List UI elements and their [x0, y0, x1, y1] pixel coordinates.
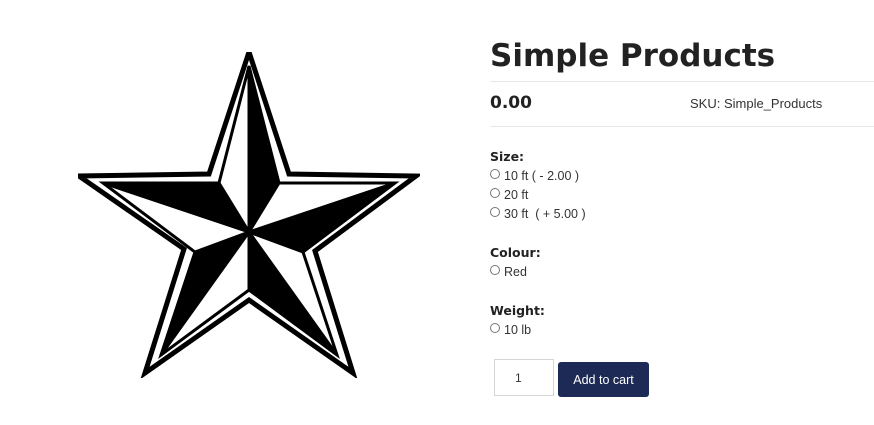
size-attribute: Size: 10 ft ( - 2.00 ) 20 ft 30 ft ( + 5… [490, 148, 586, 223]
colour-radio-red[interactable] [490, 264, 500, 275]
size-label: Size: [490, 149, 525, 164]
product-price: 0.00 [490, 93, 532, 113]
size-option-label: 10 ft ( - 2.00 ) [504, 168, 580, 183]
colour-option-red[interactable]: Red [490, 262, 541, 281]
add-to-cart-form: Add to cart [494, 359, 649, 397]
size-option-20ft[interactable]: 20 ft [490, 185, 586, 204]
size-option-label: 20 ft [504, 187, 529, 202]
product-summary: Simple Products 0.00 SKU: Simple_Product… [490, 36, 874, 397]
product-title: Simple Products [490, 38, 776, 74]
size-radio-20ft[interactable] [490, 187, 500, 198]
add-to-cart-button[interactable]: Add to cart [558, 362, 649, 397]
weight-radio-10lb[interactable] [490, 322, 500, 333]
quantity-input[interactable] [494, 359, 554, 396]
weight-option-10lb[interactable]: 10 lb [490, 320, 545, 339]
nautical-star-icon [78, 52, 420, 378]
sku-label: SKU: [690, 96, 721, 111]
colour-option-label: Red [504, 264, 527, 279]
product-sku: SKU: Simple_Products [690, 96, 822, 111]
size-option-label: 30 ft ( + 5.00 ) [504, 206, 586, 221]
colour-attribute: Colour: Red [490, 244, 541, 281]
weight-label: Weight: [490, 303, 545, 318]
size-option-30ft[interactable]: 30 ft ( + 5.00 ) [490, 204, 586, 223]
sku-value: Simple_Products [723, 96, 823, 111]
price-sku-row: 0.00 SKU: Simple_Products [490, 82, 874, 126]
size-radio-10ft[interactable] [490, 168, 500, 179]
weight-option-label: 10 lb [504, 322, 532, 337]
divider [490, 126, 874, 127]
weight-attribute: Weight: 10 lb [490, 302, 545, 339]
product-page: Simple Products 0.00 SKU: Simple_Product… [0, 0, 874, 425]
colour-label: Colour: [490, 245, 541, 260]
size-option-10ft[interactable]: 10 ft ( - 2.00 ) [490, 166, 586, 185]
size-radio-30ft[interactable] [490, 206, 500, 217]
product-image-star [78, 52, 420, 378]
